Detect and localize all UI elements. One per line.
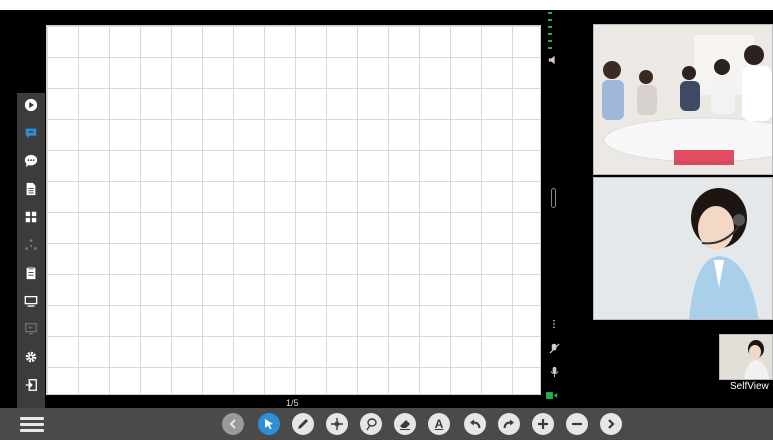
- screen-share-icon[interactable]: [21, 319, 41, 339]
- settings-gear-icon[interactable]: [21, 347, 41, 367]
- share-nodes-icon[interactable]: [21, 235, 41, 255]
- self-view-label: SelfView: [730, 381, 769, 392]
- signal-meter-bar: [548, 26, 552, 28]
- monitor-icon[interactable]: [21, 291, 41, 311]
- meeting-room-video: [594, 25, 772, 174]
- chevron-right-icon[interactable]: [600, 413, 622, 435]
- cursor-arrow-icon[interactable]: [258, 413, 280, 435]
- self-view-video: [720, 335, 772, 379]
- mute-camera-icon[interactable]: [548, 342, 560, 354]
- left-toolbar: [17, 93, 45, 409]
- microphone-icon[interactable]: [548, 365, 560, 377]
- grid-icon[interactable]: [21, 207, 41, 227]
- signal-meter-bar: [548, 19, 552, 21]
- signal-meter-bar: [548, 47, 552, 49]
- page-indicator: 1/5: [286, 398, 299, 408]
- exit-icon[interactable]: [21, 375, 41, 395]
- lasso-icon[interactable]: [360, 413, 382, 435]
- text-icon[interactable]: A: [428, 413, 450, 435]
- move-crosshair-icon[interactable]: [326, 413, 348, 435]
- pen-icon[interactable]: [292, 413, 314, 435]
- minus-icon[interactable]: [566, 413, 588, 435]
- self-view-tile[interactable]: [719, 334, 773, 380]
- plus-icon[interactable]: [532, 413, 554, 435]
- chat-bubble-icon[interactable]: [21, 123, 41, 143]
- divider-strip: [543, 10, 565, 408]
- undo-icon[interactable]: [464, 413, 486, 435]
- text-tool-glyph: A: [434, 417, 444, 431]
- chevron-left-icon[interactable]: [222, 413, 244, 435]
- signal-meter-bar: [548, 40, 552, 42]
- more-vertical-icon[interactable]: [548, 318, 560, 330]
- headset-agent-video: [594, 178, 772, 319]
- video-tile-headset-agent[interactable]: [593, 177, 773, 320]
- signal-meter-bar: [548, 33, 552, 35]
- top-strip: [0, 0, 773, 10]
- eraser-icon[interactable]: [394, 413, 416, 435]
- hamburger-menu-icon[interactable]: [17, 413, 47, 435]
- record-indicator-icon: [546, 389, 558, 401]
- panel-resize-handle[interactable]: [551, 188, 556, 208]
- video-tile-meeting-room[interactable]: [593, 24, 773, 175]
- speaker-icon[interactable]: [547, 54, 559, 66]
- redo-icon[interactable]: [498, 413, 520, 435]
- whiteboard-canvas[interactable]: [46, 25, 541, 395]
- clipboard-icon[interactable]: [21, 263, 41, 283]
- play-circle-icon[interactable]: [21, 95, 41, 115]
- bottom-toolbar: A: [0, 408, 773, 440]
- document-icon[interactable]: [21, 179, 41, 199]
- signal-meter: [548, 12, 552, 14]
- message-dots-icon[interactable]: [21, 151, 41, 171]
